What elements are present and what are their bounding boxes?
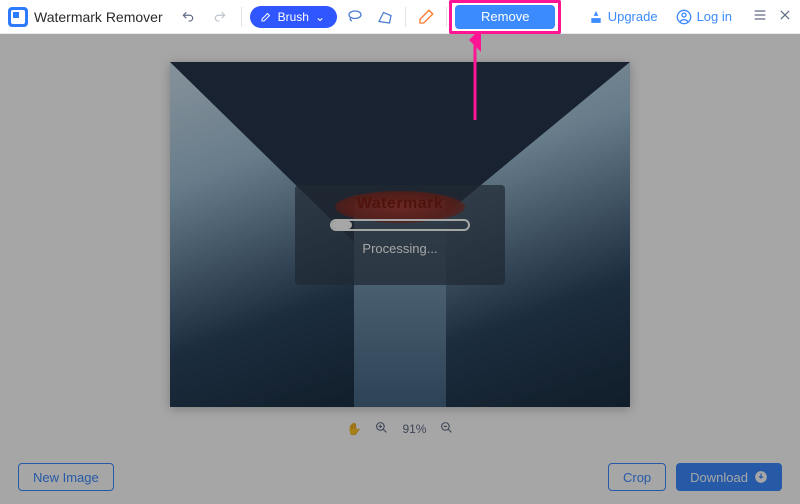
divider bbox=[446, 7, 447, 27]
watermark-sample-text: Watermark bbox=[357, 195, 444, 213]
close-icon[interactable] bbox=[778, 8, 792, 25]
canvas-area: Watermark Processing... ✋ 91% bbox=[0, 34, 800, 450]
app-title: Watermark Remover bbox=[34, 9, 163, 25]
bottom-bar: New Image Crop Download bbox=[0, 450, 800, 504]
download-button[interactable]: Download bbox=[676, 463, 782, 491]
top-toolbar: Watermark Remover Brush ⌄ Remove Upgrade… bbox=[0, 0, 800, 34]
eraser-tool-button[interactable] bbox=[414, 5, 438, 29]
login-button[interactable]: Log in bbox=[676, 9, 732, 25]
processing-overlay: Watermark Processing... bbox=[295, 185, 505, 285]
remove-button[interactable]: Remove bbox=[455, 5, 555, 29]
polygon-tool-button[interactable] bbox=[373, 5, 397, 29]
upgrade-button[interactable]: Upgrade bbox=[589, 9, 658, 24]
remove-label: Remove bbox=[481, 9, 529, 24]
zoom-level: 91% bbox=[402, 422, 426, 436]
crop-label: Crop bbox=[623, 470, 651, 485]
menu-icon[interactable] bbox=[752, 7, 768, 26]
processing-label: Processing... bbox=[362, 241, 437, 256]
redo-button[interactable] bbox=[207, 4, 233, 30]
divider bbox=[405, 7, 406, 27]
chevron-down-icon: ⌄ bbox=[315, 10, 325, 24]
login-label: Log in bbox=[697, 9, 732, 24]
lasso-tool-button[interactable] bbox=[343, 5, 367, 29]
app-logo-icon bbox=[8, 7, 28, 27]
image-stage[interactable]: Watermark Processing... bbox=[170, 62, 630, 407]
zoom-controls: ✋ 91% bbox=[347, 421, 454, 437]
brush-label: Brush bbox=[278, 10, 309, 24]
undo-button[interactable] bbox=[175, 4, 201, 30]
upgrade-label: Upgrade bbox=[608, 9, 658, 24]
progress-bar bbox=[330, 219, 470, 231]
zoom-out-icon[interactable] bbox=[440, 421, 453, 437]
brush-tool-button[interactable]: Brush ⌄ bbox=[250, 6, 337, 28]
new-image-button[interactable]: New Image bbox=[18, 463, 114, 491]
download-label: Download bbox=[690, 470, 748, 485]
new-image-label: New Image bbox=[33, 470, 99, 485]
download-icon bbox=[754, 470, 768, 484]
zoom-in-icon[interactable] bbox=[375, 421, 388, 437]
crop-button[interactable]: Crop bbox=[608, 463, 666, 491]
hand-tool-icon[interactable]: ✋ bbox=[347, 422, 362, 436]
divider bbox=[241, 7, 242, 27]
progress-fill bbox=[332, 221, 352, 229]
